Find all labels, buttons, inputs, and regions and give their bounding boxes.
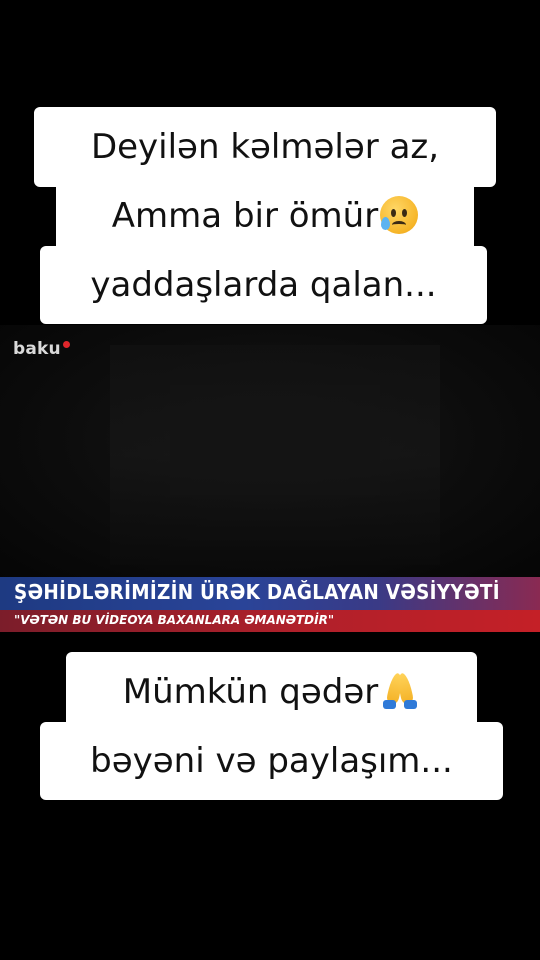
bottom-caption-text-2: bəyəni və paylaşım... [90,741,453,781]
sad-relieved-face-icon [380,195,419,234]
folded-hands-icon [380,671,420,709]
bottom-caption-line-2: bəyəni və paylaşım... [40,722,503,800]
top-caption-line-1: Deyilən kəlmələr az, [34,107,496,187]
top-caption-text-2: Amma bir ömür [111,196,379,236]
top-caption-text-3: yaddaşlarda qalan... [90,265,437,305]
video-screen[interactable]: baku ŞƏHİDLƏRİMİZİN ÜRƏK DAĞLAYAN VƏSİYY… [0,0,540,960]
ticker-title: ŞƏHİDLƏRİMİZİN ÜRƏK DAĞLAYAN VƏSİYYƏTİ [14,580,500,604]
top-caption-line-3: yaddaşlarda qalan... [40,246,487,324]
channel-logo: baku [13,339,70,359]
ticker-subtitle: "VƏTƏN BU VİDEOYA BAXANLARA ƏMANƏTDİR" [14,613,335,627]
channel-logo-text: baku [13,339,61,359]
video-frame[interactable] [0,325,540,580]
bottom-caption-line-1: Mümkün qədər [66,652,477,728]
news-ticker: ŞƏHİDLƏRİMİZİN ÜRƏK DAĞLAYAN VƏSİYYƏTİ "… [0,577,540,632]
top-caption-line-2: Amma bir ömür [56,180,474,252]
top-caption-text-1: Deyilən kəlmələr az, [90,127,440,167]
video-scene-detail [170,385,380,495]
logo-red-dot-icon [62,341,70,348]
bottom-caption-text-1: Mümkün qədər [122,672,379,712]
